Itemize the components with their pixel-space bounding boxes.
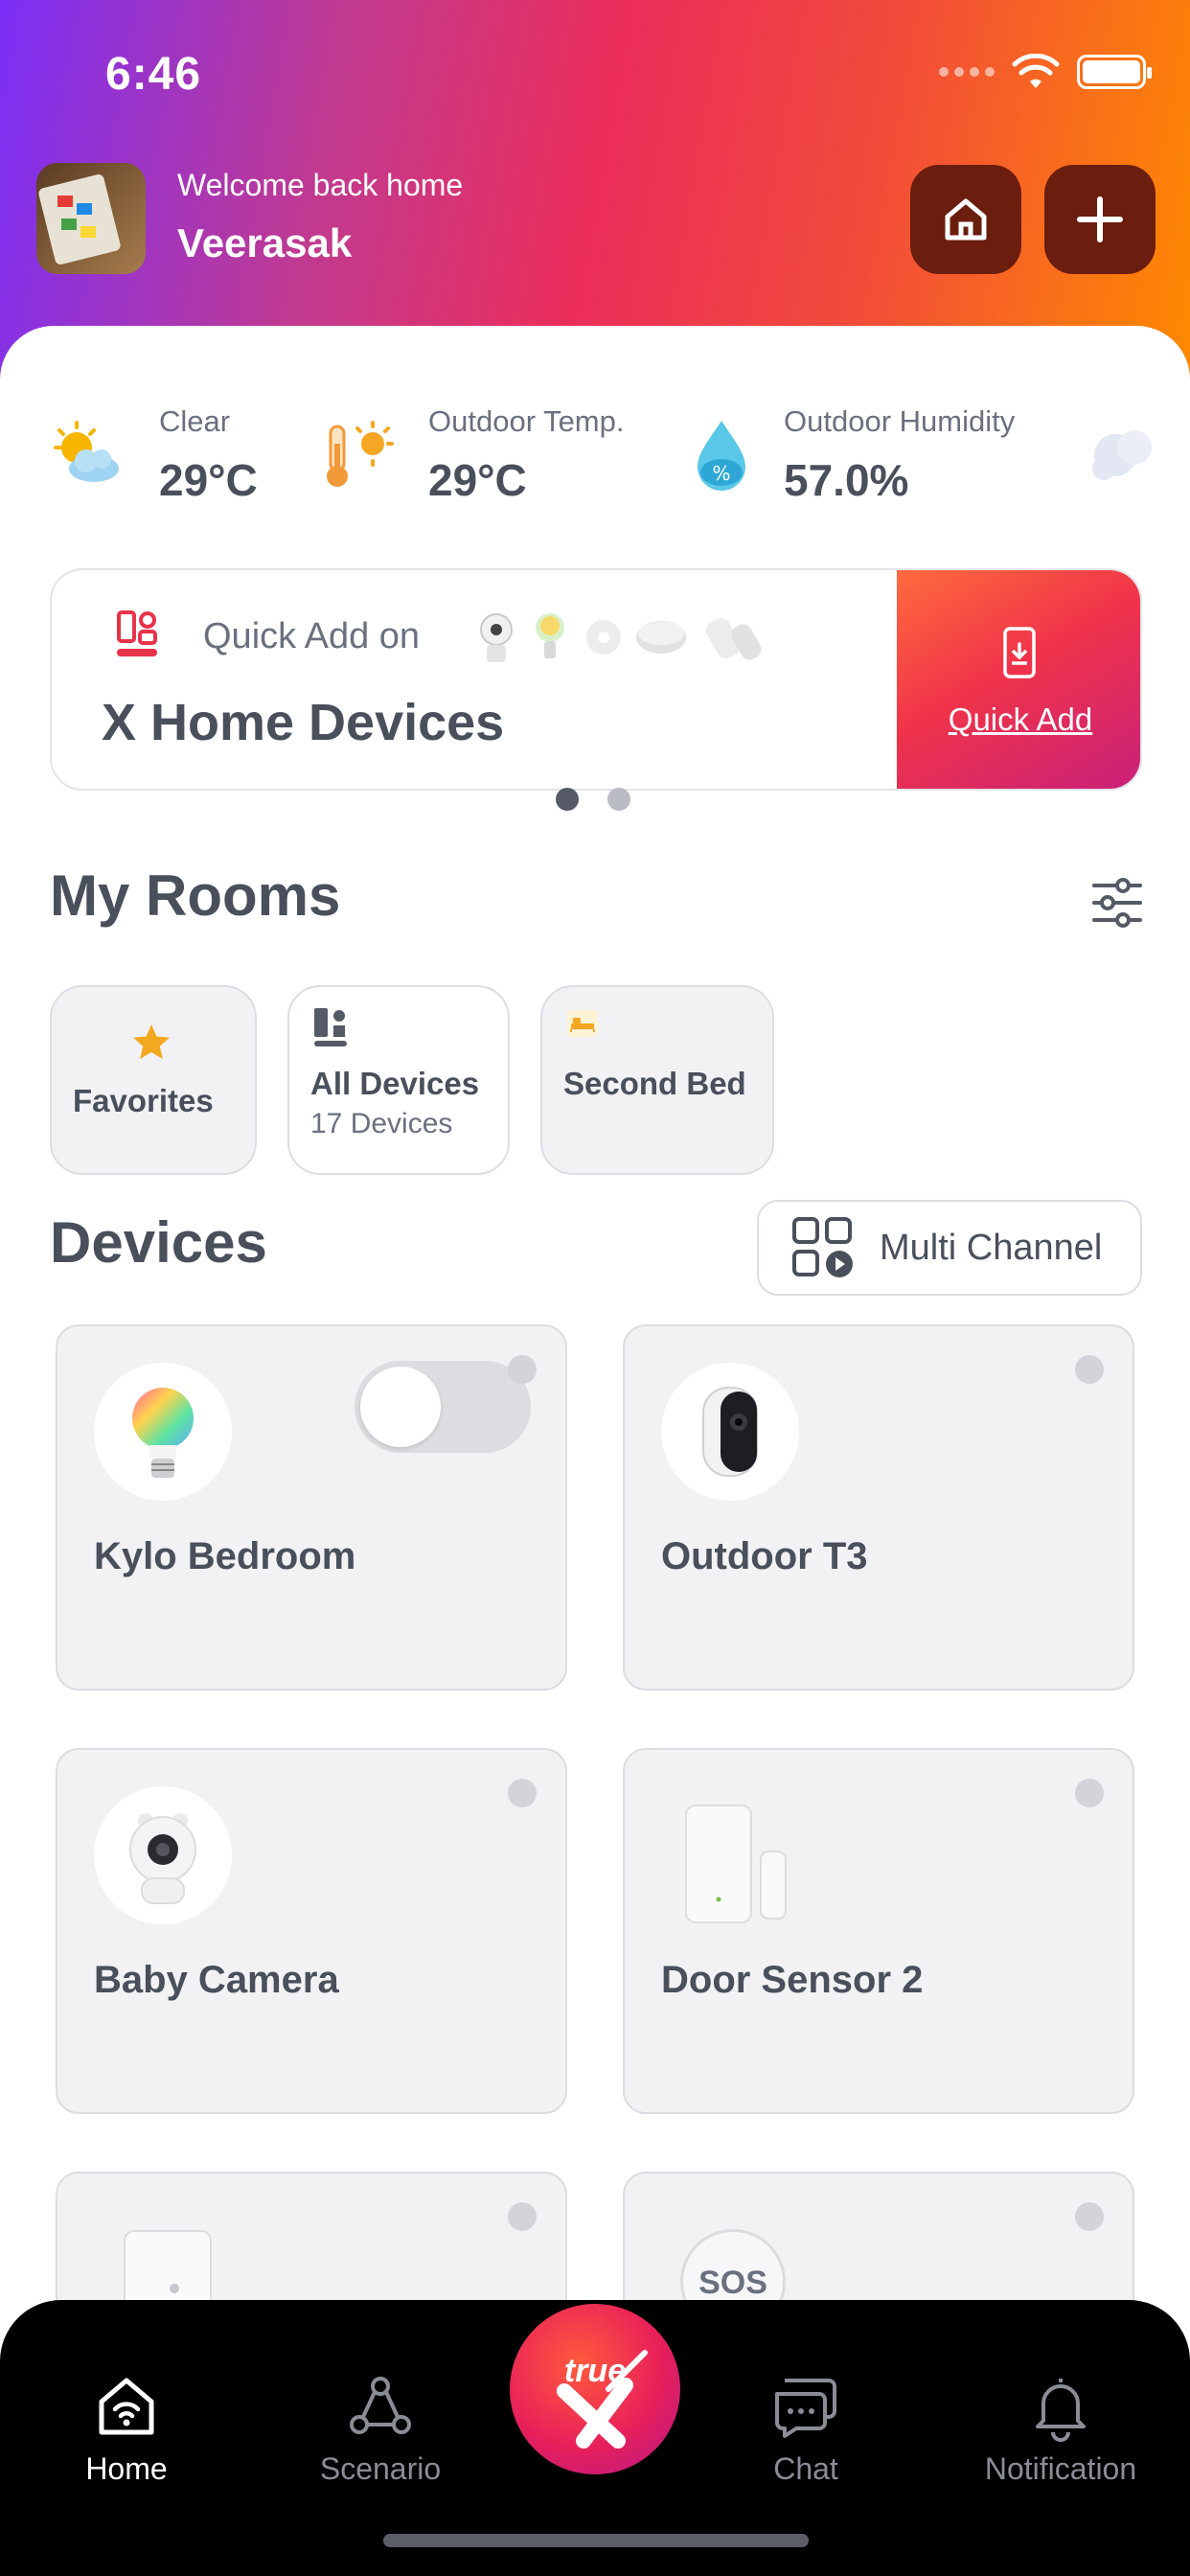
cloud-icon [1092, 430, 1152, 480]
device-status-dot [1075, 1779, 1104, 1807]
username: Veerasak [177, 220, 353, 265]
device-image [661, 1363, 799, 1501]
weather-item-temp: Outdoor Temp. 29°C [321, 388, 624, 522]
outdoor-camera-icon [702, 1387, 758, 1477]
devices-icon [117, 610, 157, 656]
room-device-count: 17 Devices [310, 1108, 453, 1139]
multi-channel-icon [792, 1217, 853, 1277]
tab-notification[interactable]: Notification [955, 2373, 1166, 2487]
smart-devices-icon [480, 613, 762, 662]
home-wifi-icon [99, 2378, 154, 2435]
device-status-dot [508, 2202, 537, 2231]
device-name: Baby Camera [94, 1959, 339, 2001]
bed-icon [567, 1010, 598, 1037]
device-name: Kylo Bedroom [94, 1535, 356, 1577]
partly-sunny-icon [54, 421, 119, 482]
room-name: Second Bed [563, 1066, 746, 1101]
baby-camera-icon [129, 1813, 196, 1904]
thermometer-sun-icon [327, 421, 394, 487]
multi-channel-button[interactable]: Multi Channel [757, 1200, 1142, 1296]
door-sensor-icon [685, 1805, 787, 1923]
tab-label: Scenario [319, 2451, 442, 2486]
status-time: 6:46 [105, 49, 202, 100]
weather-label: Clear [159, 404, 231, 438]
device-card[interactable]: Door Sensor 2 [623, 1748, 1134, 2114]
device-card[interactable]: Kylo Bedroom [56, 1324, 567, 1690]
battery-icon [1077, 55, 1152, 89]
bell-icon [1036, 2379, 1086, 2442]
humidity-drop-icon: % [698, 421, 745, 491]
room-name: Favorites [73, 1083, 214, 1118]
room-all-devices[interactable]: All Devices 17 Devices [287, 985, 510, 1175]
device-name: Outdoor T3 [661, 1535, 868, 1577]
home-button[interactable] [910, 165, 1021, 274]
svg-text:%: % [712, 462, 730, 485]
true-x-center-button[interactable]: true [510, 2304, 680, 2474]
room-favorites[interactable]: Favorites [50, 985, 257, 1175]
multi-channel-label: Multi Channel [880, 1227, 1103, 1268]
tab-label: Home [85, 2451, 168, 2486]
room-name: All Devices [310, 1066, 480, 1101]
tab-chat[interactable]: Chat [700, 2373, 911, 2487]
devices-title: Devices [50, 1210, 267, 1275]
avatar[interactable] [36, 163, 146, 274]
filter-settings-icon[interactable] [1090, 876, 1144, 930]
phone-download-icon [1003, 627, 1036, 678]
plus-icon [1077, 196, 1123, 242]
tab-scenario[interactable]: Scenario [275, 2373, 486, 2487]
device-status-dot [508, 1779, 537, 1807]
welcome-text: Welcome back home [177, 168, 464, 202]
weather-item-more [1083, 388, 1190, 522]
weather-item-clear: Clear 29°C [46, 388, 258, 522]
sos-label: SOS [698, 2265, 767, 2301]
weather-value: 29°C [159, 455, 258, 505]
carousel-dots[interactable] [556, 788, 630, 811]
tab-home[interactable]: Home [21, 2373, 232, 2487]
quick-add-subtitle: Quick Add on [203, 616, 421, 656]
add-button[interactable] [1044, 165, 1156, 274]
quick-add-card[interactable]: Quick Add on X Home Devices Quick Add [50, 568, 1142, 791]
star-icon [133, 1024, 170, 1059]
weather-label: Outdoor Temp. [428, 404, 625, 438]
device-name: Door Sensor 2 [661, 1959, 924, 2001]
device-card[interactable]: Outdoor T3 [623, 1324, 1134, 1690]
device-power-toggle[interactable] [355, 1361, 531, 1453]
cellular-signal-icon [939, 67, 995, 77]
weather-item-humidity: % Outdoor Humidity 57.0% [688, 388, 1015, 522]
smart-bulb-icon [132, 1388, 194, 1478]
quick-add-title: X Home Devices [102, 694, 505, 751]
carousel-dot[interactable] [556, 788, 579, 811]
weather-label: Outdoor Humidity [784, 404, 1016, 438]
rooms-title: My Rooms [50, 863, 341, 928]
wifi-icon [1012, 54, 1060, 88]
weather-value: 57.0% [784, 455, 909, 505]
home-indicator [383, 2534, 809, 2547]
home-icon [945, 198, 987, 241]
tab-label: Chat [773, 2451, 838, 2486]
device-status-dot [1075, 2202, 1104, 2231]
status-icons [939, 54, 1152, 90]
chat-icon [775, 2379, 836, 2438]
room-second-bed[interactable]: Second Bed [540, 985, 774, 1175]
devices-icon [314, 1008, 347, 1046]
carousel-dot[interactable] [607, 788, 630, 811]
quick-add-label: Quick Add [948, 702, 1093, 737]
device-image [94, 1786, 232, 1924]
true-x-logo-icon: true [557, 2350, 648, 2449]
quick-add-button[interactable]: Quick Add [897, 570, 1140, 789]
device-image [94, 1363, 232, 1501]
weather-value: 29°C [428, 455, 527, 505]
tab-label: Notification [984, 2451, 1137, 2486]
scenario-icon [350, 2377, 411, 2434]
device-status-dot [1075, 1355, 1104, 1384]
device-status-dot [508, 1355, 537, 1384]
device-card[interactable]: Baby Camera [56, 1748, 567, 2114]
